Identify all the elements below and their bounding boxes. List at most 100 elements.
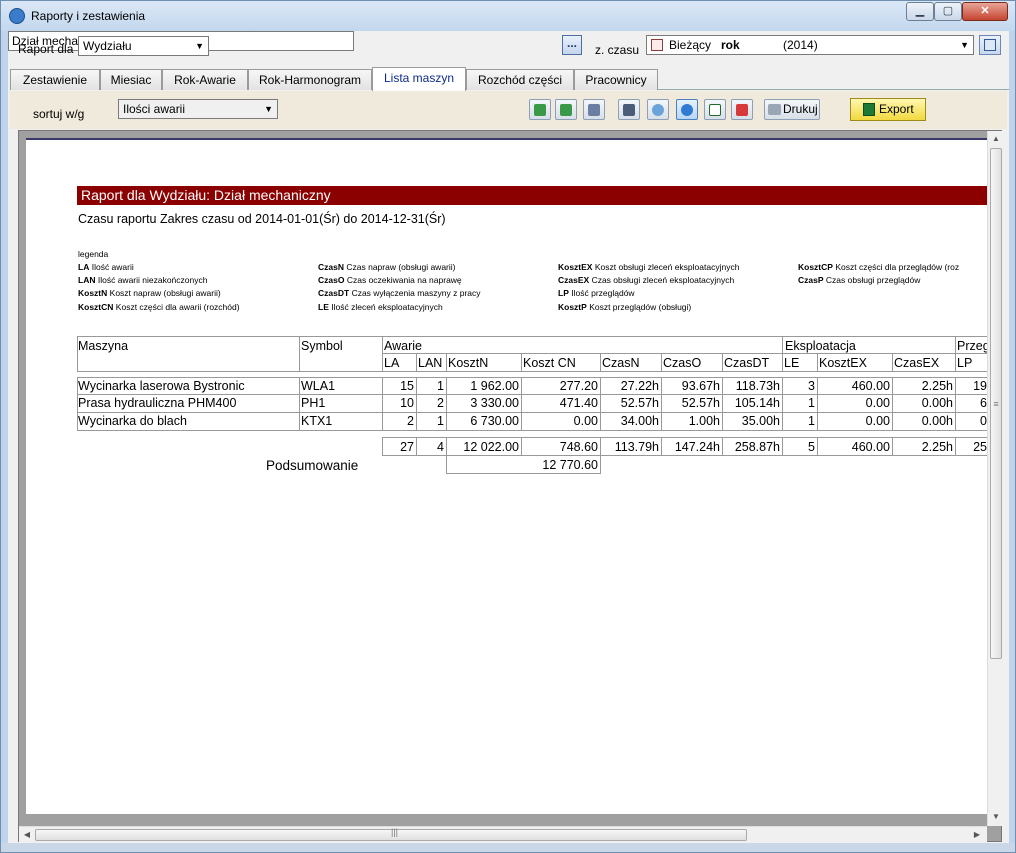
table-rule — [299, 336, 300, 371]
table-cell: 34.00h — [620, 414, 659, 428]
tab-rok-awarie[interactable]: Rok-Awarie — [162, 69, 248, 90]
legend-item: CzasO Czas oczekiwania na naprawę — [318, 275, 462, 285]
table-cell: 460.00 — [851, 379, 890, 393]
grip-icon: ||| — [391, 827, 399, 837]
total-cell: 460.00 — [851, 440, 890, 454]
report-for-label: Raport dla — [18, 42, 74, 56]
legend-desc: Ilość awarii niezakończonych — [97, 275, 208, 285]
horizontal-scrollbar[interactable]: ◀ ||| ▶ — [19, 826, 987, 842]
total-cell: 748.60 — [559, 440, 598, 454]
scroll-left-icon[interactable]: ◀ — [19, 827, 35, 843]
table-cell: 0 — [980, 414, 987, 428]
select-button[interactable] — [704, 99, 726, 120]
row-symbol: WLA1 — [301, 379, 336, 393]
legend-desc: Koszt przeglądów (obsługi) — [589, 302, 692, 312]
table-rule — [382, 437, 987, 438]
tab-zestawienie[interactable]: Zestawienie — [10, 69, 100, 90]
zoom-width-icon — [623, 104, 635, 116]
table-rule — [299, 377, 300, 430]
tab-rok-harmonogram[interactable]: Rok-Harmonogram — [248, 69, 372, 90]
time-range-select[interactable]: Bieżący rok (2014) ▼ — [646, 35, 974, 55]
table-rule — [955, 437, 956, 455]
zoom-out-button[interactable] — [647, 99, 669, 120]
table-rule — [722, 437, 723, 455]
column-header: CzasDT — [724, 356, 770, 370]
scroll-up-icon[interactable]: ▲ — [988, 131, 1004, 147]
zoom-in-button[interactable] — [676, 99, 698, 120]
legend-item: LP Ilość przeglądów — [558, 288, 635, 298]
sort-value: Ilości awarii — [123, 102, 186, 116]
table-rule — [446, 437, 447, 455]
table-cell: 6 — [980, 396, 987, 410]
last-page-button[interactable] — [555, 99, 577, 120]
table-rule — [77, 377, 78, 430]
print-button[interactable]: Drukuj — [764, 99, 820, 120]
legend-title: legenda — [78, 249, 109, 259]
legend-desc: Koszt obsługi zleceń eksploatacyjnych — [594, 262, 740, 272]
scroll-right-icon[interactable]: ▶ — [969, 827, 985, 843]
chevron-down-icon: ▼ — [264, 104, 273, 114]
window-title: Raporty i zestawienia — [31, 9, 146, 23]
table-cell: 19 — [973, 379, 987, 393]
tab-pracownicy[interactable]: Pracownicy — [574, 69, 658, 90]
table-cell: 3 330.00 — [470, 396, 519, 410]
table-rule — [382, 455, 987, 456]
tab-lista-maszyn[interactable]: Lista maszyn — [372, 67, 466, 91]
maximize-button[interactable]: ▢ — [934, 2, 962, 21]
report-viewer: Raport dla Wydziału: Dział mechaniczny C… — [18, 130, 1003, 842]
column-header: CzasN — [602, 356, 640, 370]
row-machine-name: Prasa hydrauliczna PHM400 — [78, 396, 237, 410]
table-cell: 1 — [808, 396, 815, 410]
vertical-scrollbar[interactable]: ▲ ≡ ▼ — [987, 131, 1003, 826]
legend-abbr: KosztN — [78, 288, 108, 298]
table-cell: 1 — [808, 414, 815, 428]
legend-item: KosztCN Koszt części dla awarii (rozchód… — [78, 302, 240, 312]
legend-item: KosztN Koszt napraw (obsługi awarii) — [78, 288, 221, 298]
table-cell: 35.00h — [741, 414, 780, 428]
table-rule — [382, 377, 383, 430]
first-page-button[interactable] — [529, 99, 551, 120]
table-rule — [817, 353, 818, 371]
zoom-page-button[interactable] — [583, 99, 605, 120]
legend-desc: Czas wyłączenia maszyny z pracy — [351, 288, 481, 298]
table-cell: 52.57h — [620, 396, 659, 410]
legend-abbr: KosztCP — [798, 262, 833, 272]
total-cell: 147.24h — [674, 440, 720, 454]
zoom-width-button[interactable] — [618, 99, 640, 120]
pdf-button[interactable] — [731, 99, 753, 120]
column-header: CzasEX — [894, 356, 940, 370]
total-cell: 5 — [808, 440, 815, 454]
vertical-scroll-thumb[interactable]: ≡ — [990, 148, 1002, 659]
legend-item: LE Ilość zleceń eksploatacyjnych — [318, 302, 443, 312]
maximize-icon: ▢ — [942, 5, 954, 17]
tab-miesiac[interactable]: Miesiac — [100, 69, 162, 90]
legend-desc: Koszt części dla przeglądów (roz — [835, 262, 960, 272]
column-header: LA — [384, 356, 400, 370]
horizontal-scroll-thumb[interactable]: ||| — [35, 827, 747, 841]
total-cell: 12 022.00 — [463, 440, 519, 454]
report-type-select[interactable]: Wydziału ▼ — [78, 36, 209, 56]
export-button[interactable]: Export — [850, 98, 926, 121]
column-header-maszyna: Maszyna — [78, 339, 129, 353]
date-picker-button[interactable] — [979, 35, 1001, 55]
calendar-icon — [651, 39, 663, 51]
minimize-button[interactable]: ▁ — [906, 2, 934, 21]
table-cell: 3 — [808, 379, 815, 393]
legend-abbr: KosztEX — [558, 262, 593, 272]
table-rule — [521, 353, 522, 371]
print-label: Drukuj — [783, 102, 818, 116]
scroll-down-icon[interactable]: ▼ — [988, 809, 1004, 825]
table-cell: 1 — [437, 379, 444, 393]
checkbox-icon — [709, 104, 721, 116]
table-cell: 471.40 — [559, 396, 598, 410]
legend-abbr: KosztP — [558, 302, 587, 312]
table-rule — [817, 437, 818, 455]
legend-abbr: CzasDT — [318, 288, 350, 298]
sort-select[interactable]: Ilości awarii ▼ — [118, 99, 278, 119]
browse-department-button[interactable]: ... — [562, 35, 582, 55]
legend-desc: Koszt napraw (obsługi awarii) — [109, 288, 221, 298]
close-button[interactable]: ✕ — [962, 2, 1008, 21]
page-border — [26, 138, 987, 140]
legend-abbr: CzasN — [318, 262, 344, 272]
tab-rozchod-czesci[interactable]: Rozchód części — [466, 69, 574, 90]
